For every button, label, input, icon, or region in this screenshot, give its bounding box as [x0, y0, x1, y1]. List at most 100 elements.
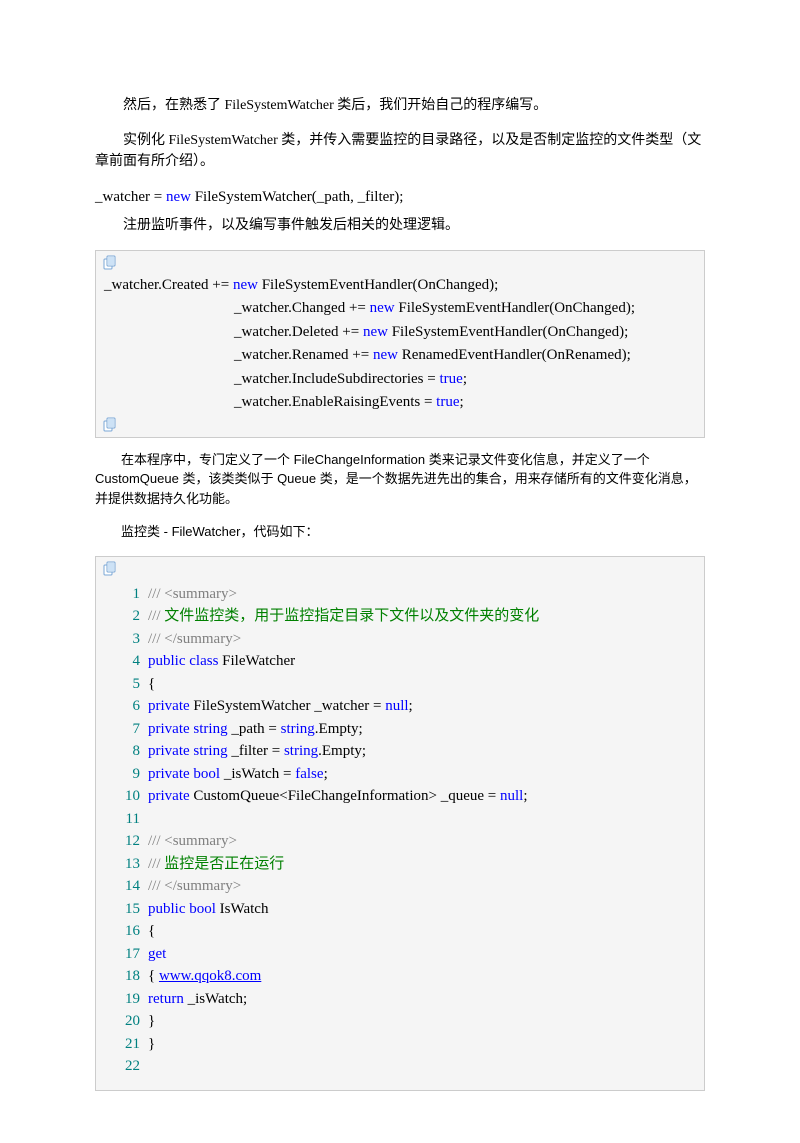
line-number: 15: [104, 898, 144, 921]
line-number: 7: [104, 718, 144, 741]
line-number: 11: [104, 808, 144, 831]
paragraph-intro: 然后，在熟悉了 FileSystemWatcher 类后，我们开始自己的程序编写…: [95, 95, 705, 116]
paragraph-filewatcher: 监控类 - FileWatcher，代码如下：: [95, 522, 705, 542]
code-text: .Empty;: [315, 721, 363, 737]
line-number: 20: [104, 1010, 144, 1033]
keyword: private: [148, 698, 190, 714]
text: 在本程序中，专门定义了一个: [121, 452, 294, 467]
link-url[interactable]: www.qqok8.com: [159, 968, 261, 984]
code-text: _watcher.Changed +=: [234, 300, 370, 316]
line-number: 2: [104, 605, 144, 628]
line-number: 1: [104, 583, 144, 606]
comment-text: 文件监控类，用于监控指定目录下文件以及文件夹的变化: [164, 608, 539, 624]
text: 类，该类类似于: [179, 471, 277, 486]
comment-text: 监控是否正在运行: [164, 856, 284, 872]
keyword-new: new: [166, 189, 191, 205]
keyword: return: [148, 991, 184, 1007]
keyword: null: [500, 788, 523, 804]
keyword: class: [186, 653, 219, 669]
keyword: null: [385, 698, 408, 714]
code-text: ;: [523, 788, 527, 804]
code-text: FileSystemEventHandler(OnChanged);: [258, 277, 498, 293]
code-text: _watcher.Deleted +=: [234, 324, 363, 340]
code-text: CustomQueue<FileChangeInformation> _queu…: [190, 788, 500, 804]
keyword-true: true: [439, 371, 462, 387]
paragraph-classes: 在本程序中，专门定义了一个 FileChangeInformation 类来记录…: [95, 450, 705, 509]
line-number: 3: [104, 628, 144, 651]
line-number: 9: [104, 763, 144, 786]
code-text: FileSystemEventHandler(OnChanged);: [388, 324, 628, 340]
code-text: _watcher.IncludeSubdirectories =: [234, 371, 439, 387]
code-text: FileSystemWatcher _watcher =: [190, 698, 386, 714]
text: ，代码如下：: [240, 524, 318, 539]
paragraph-instantiate: 实例化 FileSystemWatcher 类，并传入需要监控的目录路径，以及是…: [95, 130, 705, 172]
code-text: _filter =: [228, 743, 284, 759]
keyword: string: [190, 743, 228, 759]
code-text: IsWatch: [216, 901, 269, 917]
code-table: 1/// <summary> 2/// 文件监控类，用于监控指定目录下文件以及文…: [104, 583, 696, 1078]
code-text: ;: [459, 394, 463, 410]
line-number: 21: [104, 1033, 144, 1056]
line-number: 22: [104, 1055, 144, 1078]
line-number: 18: [104, 965, 144, 988]
keyword: false: [295, 766, 323, 782]
brace: }: [148, 1013, 155, 1029]
code-text: FileSystemWatcher(_path, _filter);: [191, 189, 403, 205]
code-text: FileWatcher: [218, 653, 295, 669]
code-instantiate: _watcher = new FileSystemWatcher(_path, …: [95, 186, 705, 209]
line-number: 10: [104, 785, 144, 808]
code-text: RenamedEventHandler(OnRenamed);: [398, 347, 631, 363]
brace: {: [148, 923, 155, 939]
line-number: 16: [104, 920, 144, 943]
line-number: 4: [104, 650, 144, 673]
copy-icon[interactable]: [102, 561, 118, 577]
code-text: _path =: [228, 721, 281, 737]
keyword: string: [190, 721, 228, 737]
code-text: _watcher =: [95, 189, 166, 205]
code-text: _watcher.Renamed +=: [234, 347, 373, 363]
code-text: _isWatch =: [220, 766, 295, 782]
code-text: _isWatch;: [184, 991, 247, 1007]
keyword: bool: [190, 766, 220, 782]
line-number: 6: [104, 695, 144, 718]
keyword-true: true: [436, 394, 459, 410]
keyword-new: new: [233, 277, 258, 293]
keyword: string: [284, 743, 318, 759]
xml-doc: /// </summary>: [148, 631, 241, 647]
line-number: 8: [104, 740, 144, 763]
code-text: ;: [324, 766, 328, 782]
code-text: ;: [463, 371, 467, 387]
keyword: private: [148, 743, 190, 759]
copy-icon[interactable]: [102, 417, 118, 433]
keyword: get: [148, 946, 166, 962]
code-block-events: _watcher.Created += new FileSystemEventH…: [95, 250, 705, 438]
code-text: ;: [409, 698, 413, 714]
xml-doc: ///: [148, 856, 164, 872]
xml-doc: /// <summary>: [148, 586, 237, 602]
term-filechangeinfo: FileChangeInformation: [294, 452, 426, 467]
brace: {: [148, 968, 159, 984]
line-number: 19: [104, 988, 144, 1011]
text: 监控类 -: [121, 524, 172, 539]
keyword-new: new: [363, 324, 388, 340]
term-customqueue: CustomQueue: [95, 471, 179, 486]
term-filewatcher: FileWatcher: [172, 524, 241, 539]
code-text: _watcher.Created +=: [104, 277, 233, 293]
code-text: .Empty;: [318, 743, 366, 759]
keyword-new: new: [373, 347, 398, 363]
xml-doc: /// </summary>: [148, 878, 241, 894]
copy-icon[interactable]: [102, 255, 118, 271]
code-text: FileSystemEventHandler(OnChanged);: [395, 300, 635, 316]
keyword: string: [281, 721, 315, 737]
text: 类来记录文件变化信息，并定义了一个: [425, 452, 650, 467]
keyword-new: new: [370, 300, 395, 316]
xml-doc: ///: [148, 608, 164, 624]
keyword: public: [148, 901, 186, 917]
keyword: bool: [186, 901, 216, 917]
line-number: 5: [104, 673, 144, 696]
brace: }: [148, 1036, 155, 1052]
keyword: private: [148, 788, 190, 804]
line-number: 14: [104, 875, 144, 898]
keyword: private: [148, 721, 190, 737]
paragraph-register: 注册监听事件，以及编写事件触发后相关的处理逻辑。: [95, 215, 705, 236]
